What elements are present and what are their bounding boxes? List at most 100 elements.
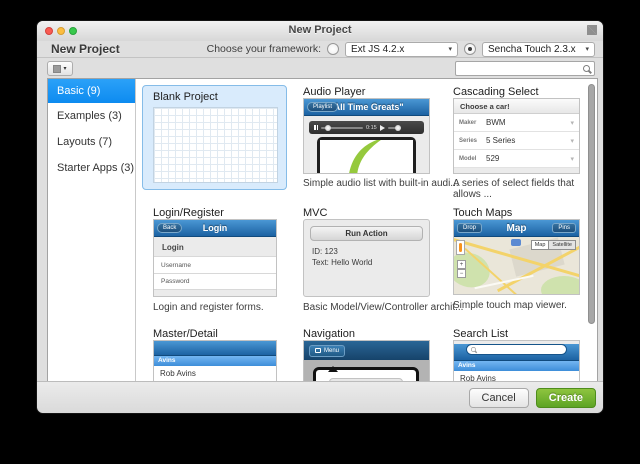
chevron-down-icon: ▾ [570,155,579,163]
template-grid: Blank Project Audio Player Playlist "All… [137,79,597,382]
template-caption: Simple touch map viewer. [453,300,567,311]
navigation-body: ⌂ Home [304,360,429,382]
window-titlebar: New Project [37,21,603,41]
search-input[interactable] [455,61,595,76]
template-title: Master/Detail [153,328,218,340]
pins-button: Pins [552,223,576,233]
dialog-footer: Cancel Create [37,381,603,413]
search-icon [583,65,590,72]
extjs-version-select[interactable]: Ext JS 4.2.x ▾ [345,42,458,57]
chevron-down-icon: ▾ [448,45,452,53]
zoom-out-icon: − [457,269,466,278]
select-field-row: Maker BWM ▾ [454,114,579,132]
playlist-back-button: Playlist [307,102,338,112]
chevron-down-icon: ▾ [570,137,579,145]
password-field: Password [154,273,276,290]
run-action-button: Run Action [310,226,423,241]
chevron-down-icon: ▾ [570,119,579,127]
window-title: New Project [37,24,603,36]
template-caption: Basic Model/View/Controller archit... [303,302,463,313]
map-toggle-option: Map [531,240,550,250]
seek-slider [321,127,363,129]
cancel-button[interactable]: Cancel [469,388,529,408]
audio-controls: 0:15 [309,121,424,134]
template-tile-master-detail[interactable]: Avins Rob Avins [153,340,277,382]
form-header: Choose a car! [454,99,579,114]
satellite-toggle-option: Satellite [549,240,576,250]
pegman-icon [456,240,465,255]
slider-knob [325,125,331,131]
volume-slider [388,127,401,129]
view-options-button[interactable]: ▾ [47,61,73,76]
select-field-row: Model 529 ▾ [454,150,579,168]
map-preview: Map Satellite + − [454,237,579,294]
resize-icon[interactable] [587,25,597,35]
create-button[interactable]: Create [536,388,596,408]
template-title: Search List [453,328,508,340]
template-tile-cascading-select[interactable]: Choose a car! Maker BWM ▾ Series 5 Serie… [453,98,580,174]
login-section-label: Login [162,243,276,252]
template-tile-login-register[interactable]: Back Login Login Username Password [153,219,277,297]
select-field-row: Series 5 Series ▾ [454,132,579,150]
map-satellite-toggle: Map Satellite [531,240,576,250]
template-title: Audio Player [303,86,365,98]
toolbar: ▾ [37,59,603,78]
extjs-version-value: Ext JS 4.2.x [351,44,404,55]
sidebar-item-basic[interactable]: Basic (9) [48,79,135,103]
template-caption: Simple audio list with built-in audi... [303,178,459,189]
mvc-output-line: Text: Hello World [304,257,429,268]
time-label: 0:15 [366,125,377,131]
sidebar-item-layouts[interactable]: Layouts (7) [48,129,135,155]
pause-icon [314,125,318,130]
template-tile-navigation[interactable]: Menu ⌂ Home [303,340,430,382]
volume-icon [380,125,385,131]
template-browser-panel: Basic (9) Examples (3) Layouts (7) Start… [47,78,598,383]
zoom-in-icon: + [457,260,466,269]
radio-sencha-touch[interactable] [464,43,476,55]
template-title: Blank Project [153,91,276,103]
sidebar-item-examples[interactable]: Examples (3) [48,103,135,129]
menu-popup: ⌂ Home [313,367,419,382]
list-item: Rob Avins [154,366,276,382]
template-title: Cascading Select [453,86,539,98]
menu-icon [315,348,321,353]
map-zoom-control: + − [457,260,466,278]
list-group-header: Avins [154,356,276,366]
template-tile-touch-maps[interactable]: Drop Map Pins Map Satellite [453,219,580,295]
list-group-header: Avins [454,361,579,371]
template-title: Login/Register [153,207,224,219]
slider-knob [395,125,401,131]
sencha-touch-version-select[interactable]: Sencha Touch 2.3.x ▾ [482,42,595,57]
template-tile-audio-player[interactable]: Playlist "All Time Greats" 0:15 [303,98,430,174]
blank-grid-preview [153,107,278,183]
template-title: MVC [303,207,327,219]
chevron-down-icon: ▾ [63,65,66,72]
framework-chooser: Choose your framework: Ext JS 4.2.x ▾ Se… [207,42,595,57]
template-tile-search-list[interactable]: Avins Rob Avins [453,340,580,382]
template-tile-mvc[interactable]: Run Action ID: 123 Text: Hello World [303,219,430,297]
search-icon [471,347,476,352]
vertical-scrollbar[interactable] [588,84,595,324]
category-sidebar: Basic (9) Examples (3) Layouts (7) Start… [48,79,136,382]
sencha-swoosh-icon [320,140,413,174]
desktop-background: New Project New Project Choose your fram… [0,0,640,464]
dialog-header: New Project Choose your framework: Ext J… [37,41,603,58]
view-options-icon [53,65,61,73]
sidebar-item-starter-apps[interactable]: Starter Apps (3) [48,155,135,181]
template-tile-blank-project[interactable]: Blank Project [142,85,287,190]
album-art-frame [317,137,416,174]
menu-button: Menu [309,345,345,357]
list-search-field [466,344,567,355]
new-project-window: New Project New Project Choose your fram… [36,20,604,414]
sencha-touch-version-value: Sencha Touch 2.3.x [488,44,576,55]
template-title: Navigation [303,328,355,340]
page-title: New Project [51,42,120,56]
template-caption: Login and register forms. [153,302,264,313]
drop-button: Drop [457,223,482,233]
username-field: Username [154,256,276,273]
radio-extjs[interactable] [327,43,339,55]
navigation-header: Menu [304,341,429,360]
back-button: Back [157,223,182,233]
mvc-output-line: ID: 123 [304,246,429,257]
template-title: Touch Maps [453,207,512,219]
